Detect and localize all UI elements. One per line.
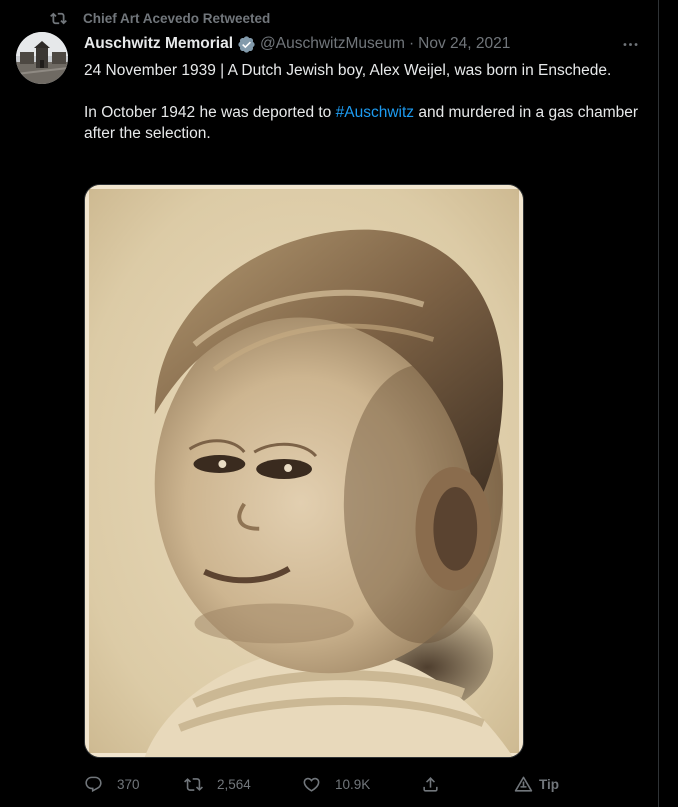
portrait-image — [85, 185, 523, 757]
tweet-photo[interactable] — [84, 184, 524, 758]
tip-button[interactable]: Tip — [514, 772, 559, 796]
heart-icon — [303, 777, 320, 792]
share-button[interactable] — [421, 772, 440, 796]
more-button[interactable] — [618, 34, 642, 54]
share-icon — [423, 776, 438, 792]
display-name[interactable]: Auschwitz Memorial — [84, 35, 233, 53]
retweet-button[interactable]: 2,564 — [184, 772, 251, 796]
tweet[interactable]: Chief Art Acevedo Retweeted Auschwitz Me… — [0, 0, 659, 807]
reply-count: 370 — [117, 776, 140, 792]
more-icon — [623, 42, 637, 46]
avatar[interactable] — [16, 32, 68, 84]
retweeted-by-label: Chief Art Acevedo Retweeted — [83, 10, 271, 26]
tip-icon — [514, 776, 533, 792]
like-button[interactable]: 10.9K — [302, 772, 370, 796]
avatar-image — [16, 32, 68, 84]
handle[interactable]: @AuschwitzMuseum — [260, 35, 405, 53]
retweet-icon — [50, 12, 67, 24]
timestamp[interactable]: Nov 24, 2021 — [418, 35, 510, 53]
verified-badge-icon — [238, 35, 255, 53]
tweet-paragraph-1: 24 November 1939 | A Dutch Jewish boy, A… — [84, 62, 612, 79]
separator-dot: · — [408, 35, 415, 52]
reply-button[interactable]: 370 — [84, 772, 140, 796]
paragraph-2-start: In October 1942 he was deported to — [84, 104, 336, 121]
social-context[interactable]: Chief Art Acevedo Retweeted — [50, 8, 270, 28]
retweet-count: 2,564 — [217, 776, 251, 792]
retweet-icon — [184, 777, 203, 791]
tip-label: Tip — [539, 776, 559, 792]
tweet-actions: 370 2,564 10.9K Tip — [84, 772, 564, 796]
reply-icon — [85, 776, 102, 792]
tweet-text: 24 November 1939 | A Dutch Jewish boy, A… — [84, 60, 640, 144]
like-count: 10.9K — [335, 776, 371, 792]
tweet-paragraph-2: In October 1942 he was deported to #Ausc… — [84, 102, 640, 144]
tweet-header: Auschwitz Memorial @AuschwitzMuseum · No… — [84, 34, 642, 54]
hashtag-link[interactable]: #Auschwitz — [336, 104, 414, 121]
